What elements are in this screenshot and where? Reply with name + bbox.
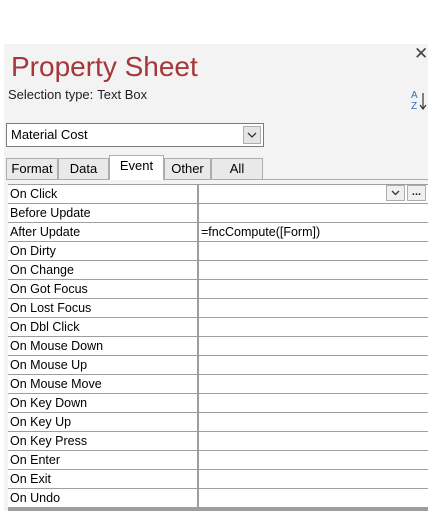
property-value[interactable]	[199, 204, 428, 222]
svg-text:A: A	[411, 90, 418, 101]
property-row[interactable]: On Got Focus	[8, 279, 428, 298]
selection-type: Selection type: Text Box	[8, 87, 147, 102]
property-value[interactable]	[199, 470, 428, 488]
builder-button[interactable]: ...	[407, 185, 426, 201]
property-row[interactable]: On Enter	[8, 450, 428, 469]
property-grid: On Click... Before Update After Update =fnc…	[8, 184, 428, 511]
property-name[interactable]: On Mouse Move	[8, 375, 197, 393]
property-row[interactable]: On Key Down	[8, 393, 428, 412]
property-value[interactable]	[199, 242, 428, 260]
pane-title: Property Sheet	[11, 51, 198, 82]
property-name[interactable]: On Click	[8, 185, 197, 203]
property-value[interactable]	[199, 337, 428, 355]
property-name[interactable]: On Mouse Up	[8, 356, 197, 374]
chevron-down-icon	[247, 132, 257, 138]
property-value[interactable]	[199, 261, 428, 279]
property-row[interactable]: On Lost Focus	[8, 298, 428, 317]
property-name[interactable]: On Key Up	[8, 413, 197, 431]
property-row[interactable]: On Dirty	[8, 241, 428, 260]
property-value[interactable]	[199, 413, 428, 431]
property-name[interactable]: On Key Down	[8, 394, 197, 412]
property-value[interactable]	[199, 451, 428, 469]
property-name[interactable]: On Mouse Down	[8, 337, 197, 355]
property-value[interactable]	[199, 299, 428, 317]
tab-all[interactable]: All	[211, 158, 263, 179]
property-name[interactable]: On Dirty	[8, 242, 197, 260]
property-value[interactable]	[199, 394, 428, 412]
property-row[interactable]: Before Update	[8, 203, 428, 222]
property-name[interactable]: On Dbl Click	[8, 318, 197, 336]
svg-text:Z: Z	[411, 101, 417, 112]
property-row[interactable]: On Key Press	[8, 431, 428, 450]
property-name[interactable]: On Change	[8, 261, 197, 279]
property-name[interactable]: On Undo	[8, 489, 197, 507]
tab-data[interactable]: Data	[58, 158, 109, 179]
object-selector-value: Material Cost	[11, 127, 88, 142]
property-value[interactable]	[199, 375, 428, 393]
property-row[interactable]: On Mouse Move	[8, 374, 428, 393]
chevron-down-icon	[391, 190, 400, 196]
selection-type-value: Text Box	[97, 87, 148, 102]
property-value[interactable]	[199, 280, 428, 298]
property-sheet-window: ✕ Property Sheet Selection type: Text Box…	[0, 0, 428, 511]
tab-format[interactable]: Format	[6, 158, 58, 179]
event-dropdown-button[interactable]	[386, 185, 405, 201]
property-name[interactable]: On Got Focus	[8, 280, 197, 298]
property-name[interactable]: After Update	[8, 223, 197, 241]
tab-divider	[6, 179, 428, 180]
close-icon[interactable]: ✕	[414, 44, 428, 64]
property-value[interactable]: =fncCompute([Form])	[199, 223, 428, 241]
property-row[interactable]: On Mouse Up	[8, 355, 428, 374]
object-selector-combo[interactable]: Material Cost	[6, 123, 264, 147]
property-name[interactable]: On Lost Focus	[8, 299, 197, 317]
property-row[interactable]: On Change	[8, 260, 428, 279]
property-name[interactable]: On Key Press	[8, 432, 197, 450]
property-row[interactable]: On Dbl Click	[8, 317, 428, 336]
tab-other[interactable]: Other	[164, 158, 211, 179]
property-name[interactable]: Before Update	[8, 204, 197, 222]
object-selector-dropdown-button[interactable]	[243, 126, 261, 144]
property-value[interactable]	[199, 318, 428, 336]
property-row[interactable]: On Mouse Down	[8, 336, 428, 355]
sort-a-z-icon[interactable]: A Z	[410, 88, 428, 112]
property-value[interactable]	[199, 489, 428, 507]
property-row[interactable]: On Click...	[8, 184, 428, 203]
top-background	[0, 0, 428, 44]
property-name[interactable]: On Enter	[8, 451, 197, 469]
selection-type-label: Selection type:	[8, 87, 94, 102]
property-row[interactable]: On Undo	[8, 488, 428, 507]
property-row[interactable]: After Update =fncCompute([Form])	[8, 222, 428, 241]
property-row[interactable]: On Key Up	[8, 412, 428, 431]
property-name[interactable]: On Exit	[8, 470, 197, 488]
property-value[interactable]	[199, 356, 428, 374]
property-row[interactable]: On Exit	[8, 469, 428, 488]
tab-event[interactable]: Event	[109, 155, 164, 180]
property-value[interactable]	[199, 432, 428, 450]
